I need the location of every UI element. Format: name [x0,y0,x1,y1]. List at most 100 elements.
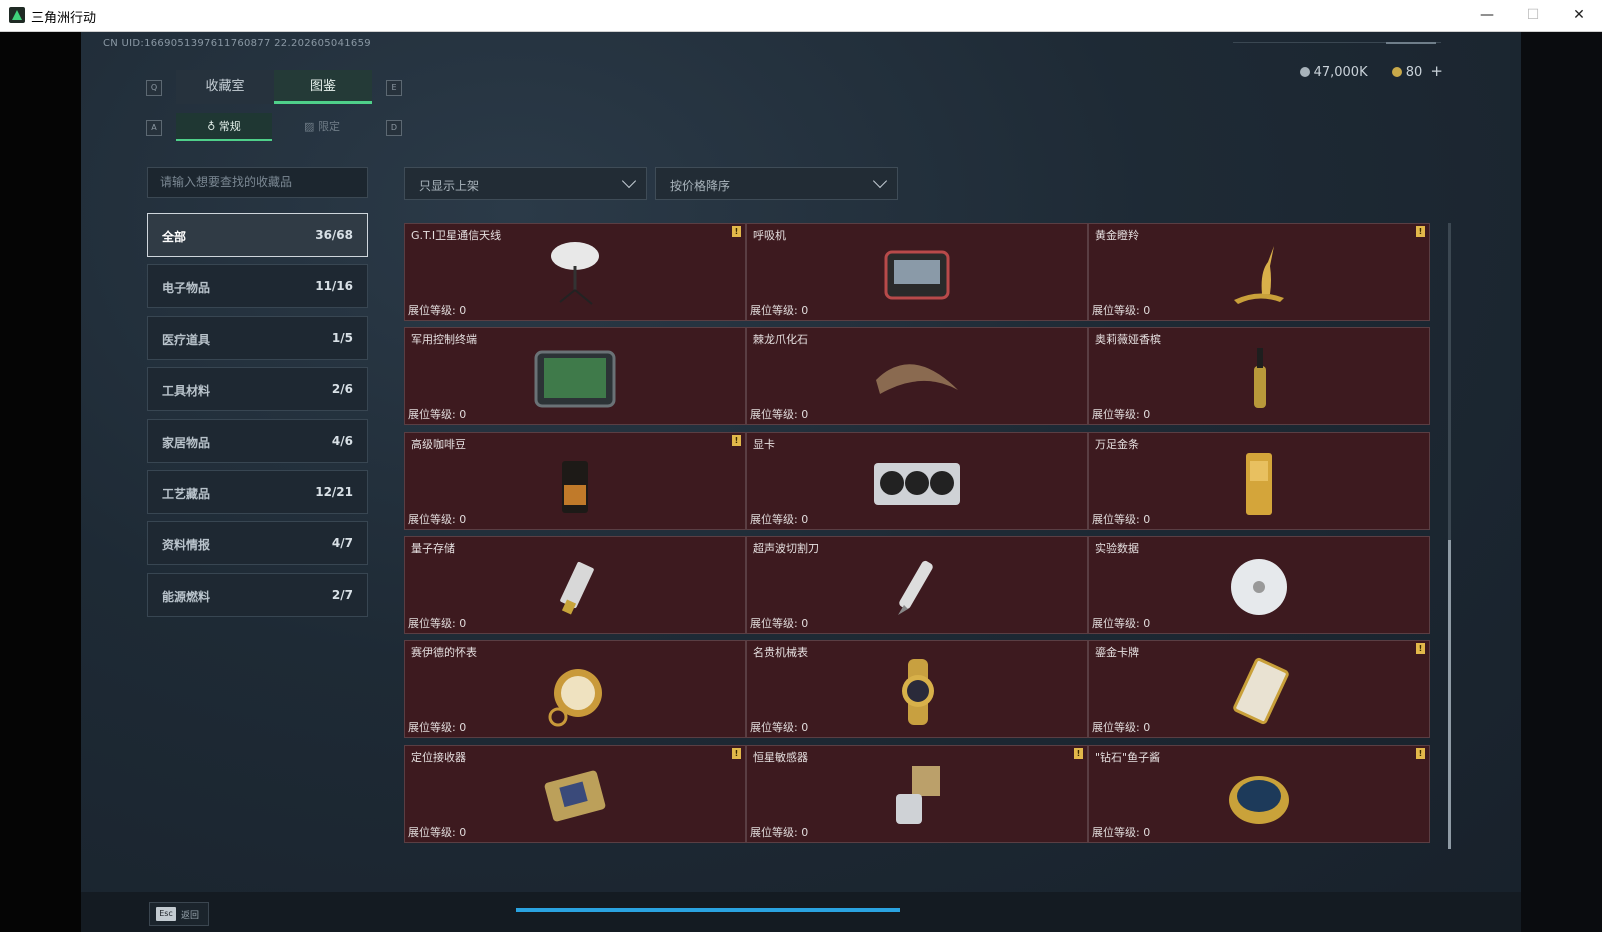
gold-coin-icon [1391,67,1402,77]
chevron-down-icon [872,173,888,189]
collection-item-card[interactable]: 超声波切割刀 展位等级: 0 [746,535,1088,634]
item-name: 名贵机械表 [753,646,808,660]
usb-drive-icon [560,561,594,615]
key-hint-e: E [386,80,402,96]
item-display-level: 展位等级: 0 [408,512,467,526]
category-item[interactable]: 工艺藏品 12/21 [147,470,368,514]
gold-amount: 80 [1405,65,1423,80]
category-count: 11/16 [315,279,353,294]
category-item[interactable]: 全部 36/68 [147,213,368,257]
collection-item-card[interactable]: 显卡 展位等级: 0 [746,431,1088,530]
item-display-level: 展位等级: 0 [1092,721,1151,735]
collection-item-card[interactable]: "钻石"鱼子酱 展位等级: 0! [1088,744,1430,843]
collection-item-card[interactable]: 实验数据 展位等级: 0 [1088,535,1430,634]
add-currency-button[interactable]: + [1430,62,1443,80]
sort-label: 按价格降序 [670,179,731,193]
gold-bar-icon [1246,452,1272,515]
item-name: 定位接收器 [411,750,466,764]
graphics-card-icon [874,462,960,505]
category-label: 工具材料 [162,384,211,399]
subtab-normal[interactable]: ♁ 常规 [176,113,272,141]
item-display-level: 展位等级: 0 [408,825,467,839]
collection-item-card[interactable]: 呼吸机 展位等级: 0 [746,223,1088,321]
item-display-level: 展位等级: 0 [750,512,809,526]
gps-receiver-icon [544,770,606,821]
category-count: 2/6 [331,382,353,397]
category-item[interactable]: 工具材料 2/6 [147,367,368,412]
item-display-level: 展位等级: 0 [750,304,809,317]
item-display-level: 展位等级: 0 [750,616,809,630]
alert-badge-icon: ! [1416,747,1425,759]
category-item[interactable]: 能源燃料 2/7 [147,572,368,617]
collection-item-card[interactable]: 量子存储 展位等级: 0 [404,535,746,634]
collection-item-card[interactable]: 军用控制终端 展位等级: 0 [404,327,746,426]
category-label: 家居物品 [162,435,211,450]
category-count: 2/7 [331,587,353,602]
chevron-down-icon [621,173,637,189]
item-grid: G.T.I卫星通信天线 展位等级: 0! 呼吸机 展位等级: 0 黄金瞪羚 展位等级: 0… [404,223,1440,849]
item-display-level: 展位等级: 0 [1092,616,1151,630]
alert-badge-icon: ! [732,434,741,446]
champagne-bottle-icon [1254,348,1266,409]
search-input[interactable]: 请输入想要查找的收藏品 [147,167,368,198]
collection-item-card[interactable]: 赛伊德的怀表 展位等级: 0 [404,640,746,739]
star-sensor-icon [896,765,940,824]
currency-display: 47,000K 80 + [1299,62,1443,80]
collection-item-card[interactable]: 名贵机械表 展位等级: 0 [746,640,1088,739]
tab-collection-room[interactable]: 收藏室 [176,70,274,104]
item-name: "钻石"鱼子酱 [1095,750,1161,764]
category-count: 4/6 [331,433,353,448]
item-display-level: 展位等级: 0 [1092,304,1151,317]
item-display-level: 展位等级: 0 [1092,825,1151,839]
scrollbar-thumb[interactable] [1448,540,1451,849]
item-name: 鎏金卡牌 [1095,646,1139,660]
left-letterbox [0,32,81,932]
alert-badge-icon: ! [1416,643,1425,655]
category-item[interactable]: 医疗道具 1/5 [147,315,368,360]
key-hint-d: D [386,120,402,136]
collection-item-card[interactable]: 万足金条 展位等级: 0 [1088,431,1430,530]
display-filter-dropdown[interactable]: 只显示上架 [404,167,647,200]
maximize-button[interactable]: ☐ [1510,0,1556,31]
alert-badge-icon: ! [732,747,741,759]
back-label: 返回 [181,911,200,921]
category-item[interactable]: 资料情报 4/7 [147,521,368,566]
item-name: 恒星敏感器 [753,750,808,764]
bottom-bar: Esc 返回 [81,892,1521,932]
category-label: 医疗道具 [162,332,211,347]
normal-icon: ♁ [207,120,216,133]
item-display-level: 展位等级: 0 [408,616,467,630]
wristwatch-icon [902,659,934,726]
item-name: 赛伊德的怀表 [411,646,477,660]
ultrasonic-knife-icon [898,560,933,615]
minimize-button[interactable]: — [1464,0,1510,31]
item-display-level: 展位等级: 0 [408,408,467,422]
sort-dropdown[interactable]: 按价格降序 [655,167,898,200]
subtab-limited-label: 限定 [317,120,340,133]
category-label: 资料情报 [162,538,211,553]
item-name: 奥莉薇娅香槟 [1095,333,1161,347]
collection-item-card[interactable]: 恒星敏感器 展位等级: 0! [746,744,1088,843]
collection-item-card[interactable]: 高级咖啡豆展位等级: 0! [404,431,746,530]
scrollbar[interactable] [1448,223,1451,849]
item-name: G.T.I卫星通信天线 [411,229,502,242]
tab-catalog[interactable]: 图鉴 [274,70,372,104]
control-terminal-icon [534,350,616,408]
collection-item-card[interactable]: 黄金瞪羚 展位等级: 0! [1088,223,1430,321]
subtab-limited[interactable]: ▨ 限定 [274,113,370,141]
category-label: 工艺藏品 [162,487,211,501]
category-item[interactable]: 家居物品 4/6 [147,418,368,463]
category-item[interactable]: 电子物品 11/16 [147,264,368,309]
item-name: 超声波切割刀 [753,541,819,555]
close-button[interactable]: ✕ [1556,0,1602,31]
collection-item-card[interactable]: 棘龙爪化石 展位等级: 0 [746,327,1088,426]
item-display-level: 展位等级: 0 [1092,512,1151,526]
collection-item-card[interactable]: 奥莉薇娅香槟 展位等级: 0 [1088,327,1430,426]
collection-item-card[interactable]: G.T.I卫星通信天线 展位等级: 0! [404,223,746,321]
back-button[interactable]: Esc 返回 [149,902,209,926]
collection-item-card[interactable]: 鎏金卡牌展位等级: 0! [1088,640,1430,739]
item-name: 高级咖啡豆 [411,437,466,451]
collection-item-card[interactable]: 定位接收器展位等级: 0! [404,744,746,843]
category-count: 1/5 [331,330,353,345]
app-logo-icon [9,7,25,23]
